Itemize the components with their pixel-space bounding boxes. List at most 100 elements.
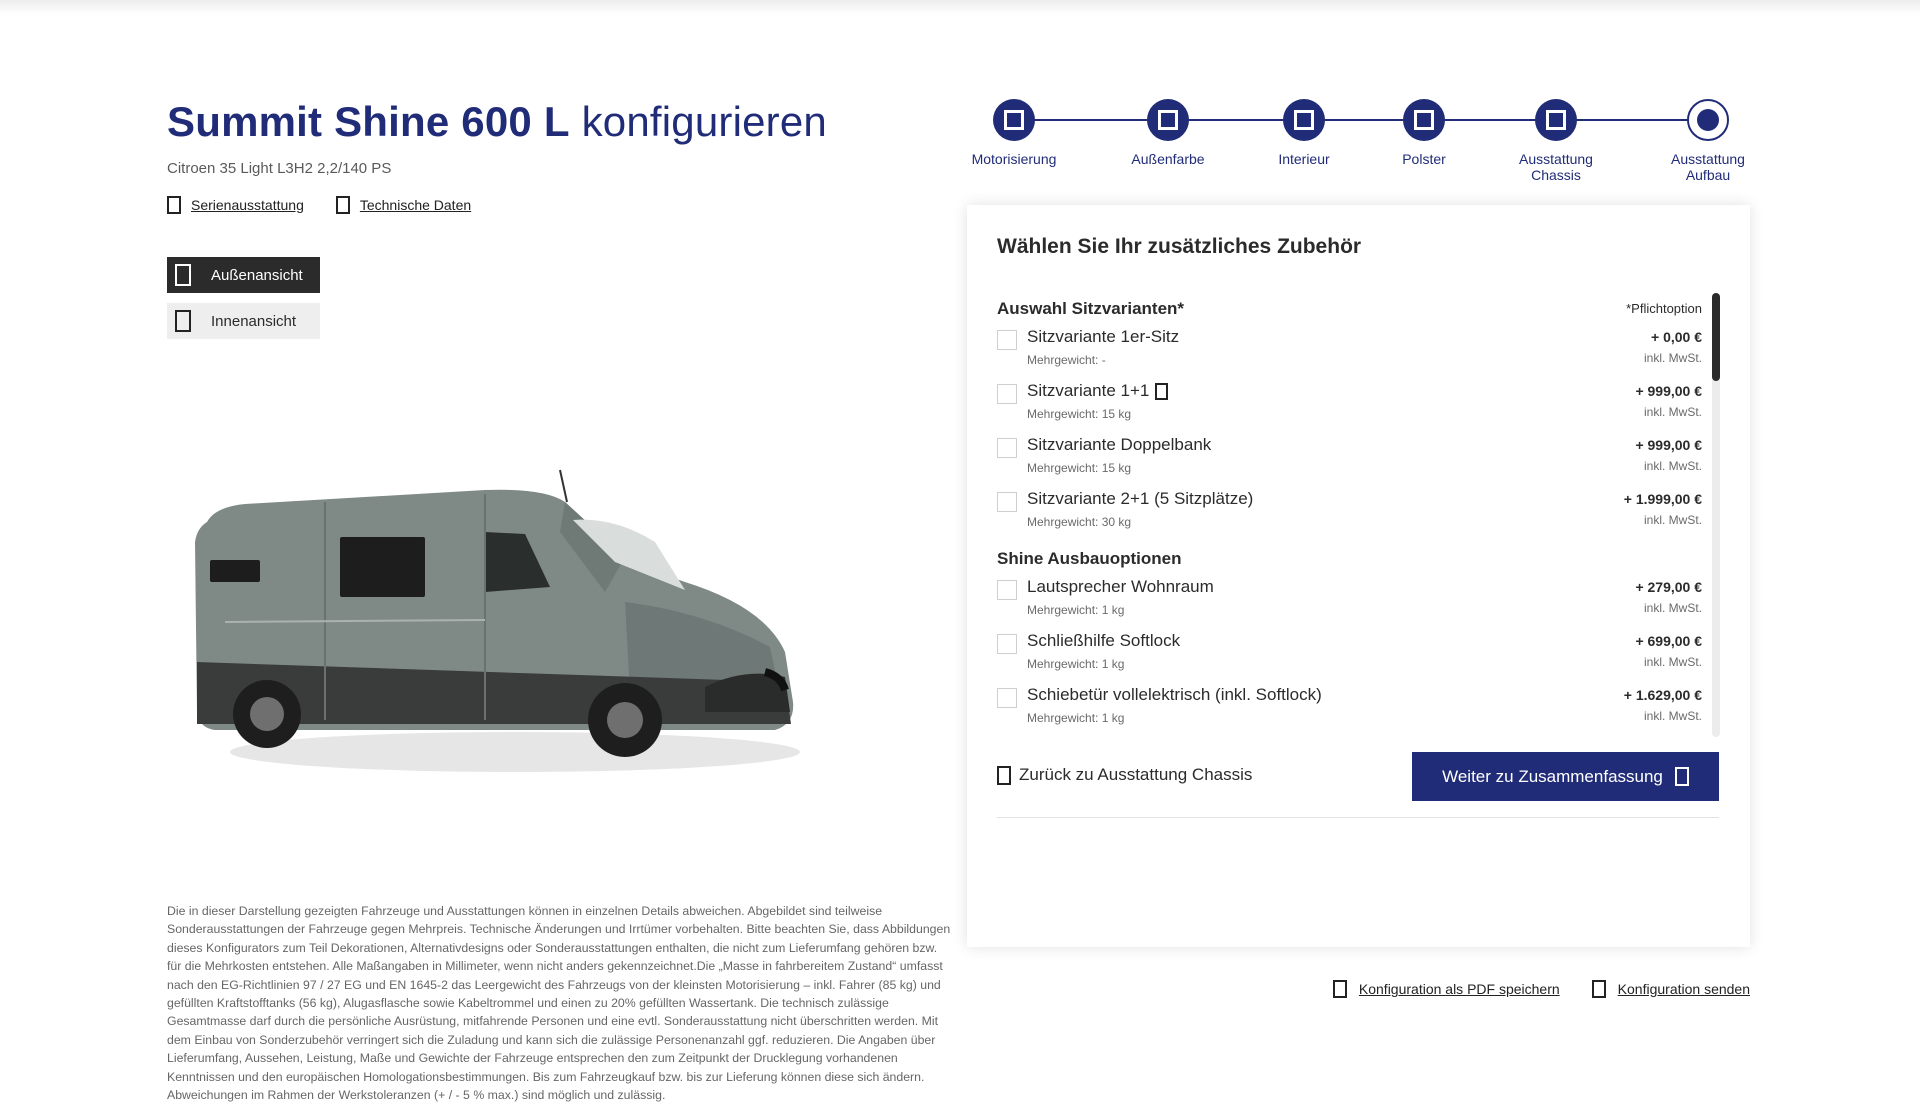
accessory-panel: Wählen Sie Ihr zusätzliches Zubehör Ausw…	[967, 205, 1750, 947]
step-complete-icon	[1147, 99, 1189, 141]
option-name: Schiebetür vollelektrisch (inkl. Softloc…	[1027, 685, 1322, 704]
option-row[interactable]: Sitzvariante Doppelbank Mehrgewicht: 15 …	[997, 435, 1702, 489]
option-tax: inkl. MwSt.	[1643, 405, 1702, 419]
step-complete-icon	[1535, 99, 1577, 141]
model-name: Summit Shine 600 L	[167, 98, 570, 145]
group-header: Shine Ausbauoptionen	[997, 543, 1702, 577]
option-name: Sitzvariante 2+1 (5 Sitzplätze)	[1027, 489, 1254, 508]
option-tax: inkl. MwSt.	[1643, 655, 1702, 669]
serienausstattung-link[interactable]: Serienausstattung	[167, 196, 304, 214]
back-label: Zurück zu Ausstattung Chassis	[1019, 765, 1253, 784]
step-complete-icon	[1403, 99, 1445, 141]
info-icon[interactable]	[1155, 382, 1169, 400]
option-price: + 279,00 €	[1635, 579, 1702, 595]
van-interior-icon	[175, 310, 191, 332]
step-label: Außenfarbe	[1131, 151, 1205, 167]
send-icon	[1591, 980, 1606, 998]
step-label: Motorisierung	[971, 151, 1057, 167]
option-price: + 1.999,00 €	[1623, 491, 1702, 507]
option-checkbox[interactable]	[997, 688, 1017, 708]
legal-disclaimer: Die in dieser Darstellung gezeigten Fahr…	[167, 904, 951, 1103]
top-shadow	[0, 0, 1920, 14]
group-header: Auswahl Sitzvarianten* *Pflichtoption	[997, 293, 1702, 327]
option-name: Schließhilfe Softlock	[1027, 631, 1181, 650]
step-interieur[interactable]: Interieur	[1234, 99, 1374, 167]
step-ausstattung-aufbau[interactable]: Ausstattung Aufbau	[1638, 99, 1778, 183]
title-verb: konfigurieren	[581, 98, 827, 145]
arrow-right-icon	[1674, 767, 1689, 786]
option-row[interactable]: Sitzvariante 1er-Sitz Mehrgewicht: - + 0…	[997, 327, 1702, 381]
option-price: + 1.629,00 €	[1623, 687, 1702, 703]
exterior-view-button[interactable]: Außenansicht	[167, 257, 320, 293]
option-weight: Mehrgewicht: 15 kg	[1027, 461, 1132, 475]
step-label: Interieur	[1278, 151, 1330, 167]
option-weight: Mehrgewicht: 1 kg	[1027, 711, 1125, 725]
next-button[interactable]: Weiter zu Zusammenfassung	[1412, 752, 1719, 801]
technische-daten-label: Technische Daten	[359, 197, 472, 213]
option-row[interactable]: Sitzvariante 1+1 Mehrgewicht: 15 kg + 99…	[997, 381, 1702, 435]
option-checkbox[interactable]	[997, 330, 1017, 350]
panel-divider	[997, 817, 1719, 818]
page-title: Summit Shine 600 L konfigurieren	[167, 98, 827, 146]
group-title: Shine Ausbauoptionen	[997, 549, 1182, 568]
step-polster[interactable]: Polster	[1354, 99, 1494, 167]
option-weight: Mehrgewicht: 30 kg	[1027, 515, 1132, 529]
save-links: Konfiguration als PDF speichern Konfigur…	[1332, 980, 1750, 998]
option-tax: inkl. MwSt.	[1643, 709, 1702, 723]
option-checkbox[interactable]	[997, 384, 1017, 404]
option-weight: Mehrgewicht: 1 kg	[1027, 603, 1125, 617]
option-weight: Mehrgewicht: 15 kg	[1027, 407, 1132, 421]
step-motorisierung[interactable]: Motorisierung	[944, 99, 1084, 167]
option-tax: inkl. MwSt.	[1643, 513, 1702, 527]
arrow-left-icon	[997, 765, 1011, 785]
van-exterior-icon	[175, 264, 191, 286]
option-row[interactable]: Lautsprecher Wohnraum Mehrgewicht: 1 kg …	[997, 577, 1702, 631]
option-row[interactable]: Schiebetür vollelektrisch (inkl. Softloc…	[997, 685, 1702, 737]
step-label: Polster	[1402, 151, 1446, 167]
panel-title: Wählen Sie Ihr zusätzliches Zubehör	[997, 235, 1362, 258]
scrollbar-thumb[interactable]	[1712, 293, 1720, 381]
step-label: Ausstattung Chassis	[1519, 151, 1593, 183]
document-icon	[335, 196, 350, 214]
option-list[interactable]: Auswahl Sitzvarianten* *Pflichtoption Si…	[997, 293, 1702, 737]
option-checkbox[interactable]	[997, 492, 1017, 512]
scrollbar[interactable]	[1712, 293, 1720, 737]
step-aussenfarbe[interactable]: Außenfarbe	[1098, 99, 1238, 167]
option-checkbox[interactable]	[997, 438, 1017, 458]
back-button[interactable]: Zurück zu Ausstattung Chassis	[997, 765, 1252, 785]
option-name: Sitzvariante 1er-Sitz	[1027, 327, 1180, 346]
vehicle-subtitle: Citroen 35 Light L3H2 2,2/140 PS	[167, 160, 392, 177]
option-row[interactable]: Sitzvariante 2+1 (5 Sitzplätze) Mehrgewi…	[997, 489, 1702, 543]
step-label: Ausstattung Aufbau	[1671, 151, 1745, 183]
step-current-icon	[1687, 99, 1729, 141]
option-price: + 699,00 €	[1635, 633, 1702, 649]
option-tax: inkl. MwSt.	[1643, 459, 1702, 473]
option-checkbox[interactable]	[997, 580, 1017, 600]
interior-view-label: Innenansicht	[211, 312, 297, 330]
serienausstattung-label: Serienausstattung	[191, 197, 304, 213]
step-complete-icon	[993, 99, 1035, 141]
option-tax: inkl. MwSt.	[1643, 601, 1702, 615]
technische-daten-link[interactable]: Technische Daten	[335, 196, 472, 214]
option-price: + 999,00 €	[1635, 383, 1702, 399]
required-note: *Pflichtoption	[1626, 301, 1702, 316]
option-name: Sitzvariante 1+1	[1027, 381, 1169, 401]
step-complete-icon	[1283, 99, 1325, 141]
option-weight: Mehrgewicht: 1 kg	[1027, 657, 1125, 671]
document-icon	[167, 196, 181, 214]
pdf-icon	[1332, 980, 1347, 998]
doc-links: Serienausstattung Technische Daten	[167, 196, 471, 214]
option-price: + 999,00 €	[1635, 437, 1702, 453]
step-ausstattung-chassis[interactable]: Ausstattung Chassis	[1486, 99, 1626, 183]
interior-view-button[interactable]: Innenansicht	[167, 303, 320, 339]
send-config-link[interactable]: Konfiguration senden	[1591, 980, 1750, 998]
group-title: Auswahl Sitzvarianten*	[997, 299, 1185, 318]
option-checkbox[interactable]	[997, 634, 1017, 654]
option-tax: inkl. MwSt.	[1643, 351, 1702, 365]
option-row[interactable]: Schließhilfe Softlock Mehrgewicht: 1 kg …	[997, 631, 1702, 685]
next-label: Weiter zu Zusammenfassung	[1442, 766, 1663, 786]
option-name: Sitzvariante Doppelbank	[1027, 435, 1212, 454]
exterior-view-label: Außenansicht	[211, 266, 303, 284]
option-price: + 0,00 €	[1651, 329, 1702, 345]
save-pdf-link[interactable]: Konfiguration als PDF speichern	[1332, 980, 1560, 998]
